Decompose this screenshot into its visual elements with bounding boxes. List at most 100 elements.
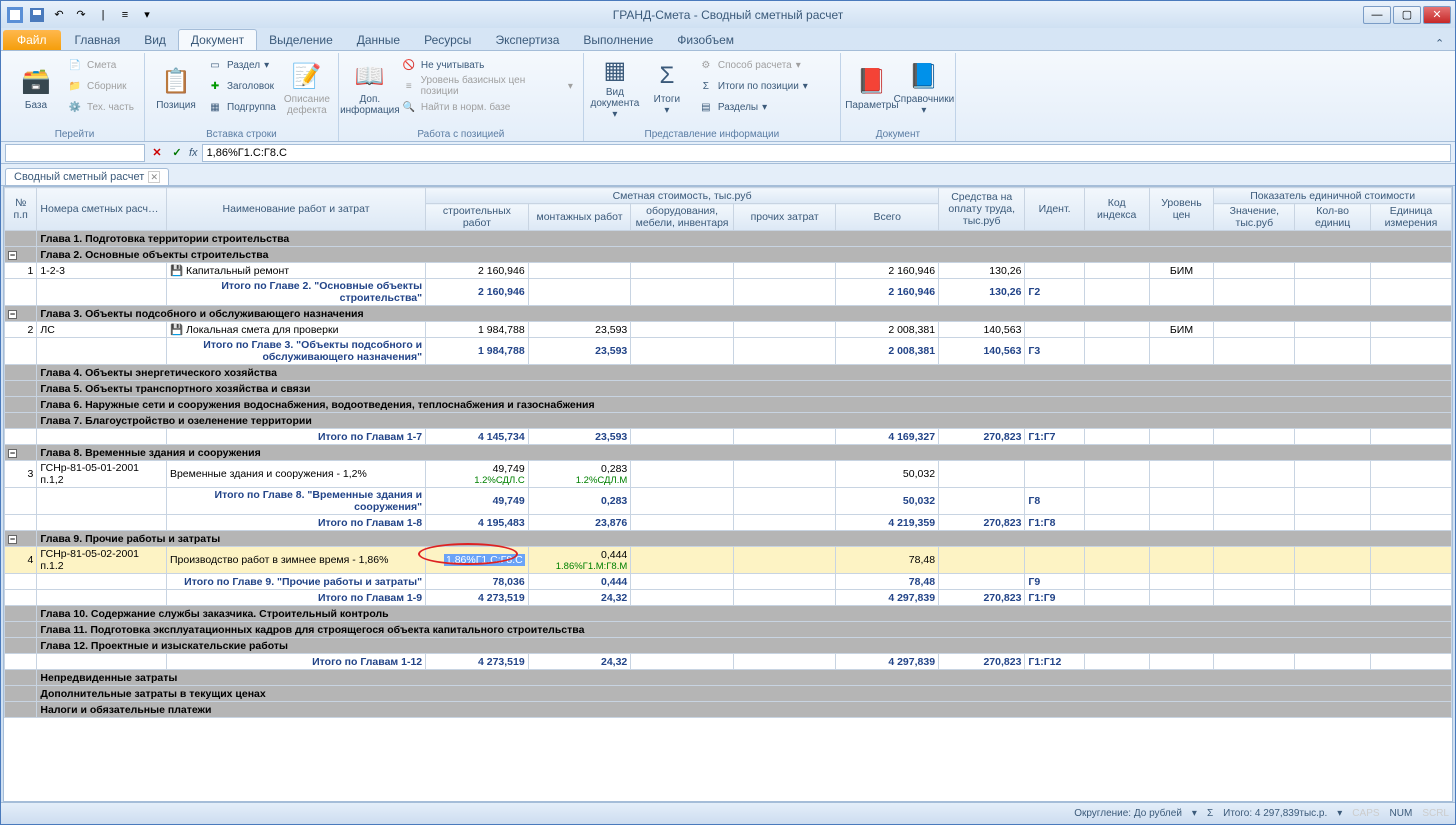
tab-document[interactable]: Документ bbox=[178, 29, 257, 50]
total-row: Итого по Главе 3. "Объекты подсобного и … bbox=[5, 338, 1452, 365]
baza-button[interactable]: 🗃️База bbox=[11, 55, 61, 121]
total-row: Итого по Главам 1-84 195,48323,8764 219,… bbox=[5, 515, 1452, 531]
folder-icon: 📁 bbox=[67, 78, 83, 94]
close-doc-icon[interactable]: ✕ bbox=[148, 171, 160, 183]
tab-selection[interactable]: Выделение bbox=[257, 30, 345, 50]
group-insert-label: Вставка строки bbox=[151, 128, 332, 141]
th-nom[interactable]: Номера сметных расчетов и смет bbox=[37, 188, 167, 231]
tab-expertise[interactable]: Экспертиза bbox=[483, 30, 571, 50]
tab-resources[interactable]: Ресурсы bbox=[412, 30, 483, 50]
accept-formula-icon[interactable]: ✓ bbox=[169, 145, 185, 161]
sigma-icon: Σ bbox=[651, 60, 683, 92]
qat-undo-icon[interactable]: ↶ bbox=[49, 5, 69, 25]
level-icon: ≡ bbox=[401, 78, 417, 94]
th-stroi[interactable]: строительных работ bbox=[426, 204, 529, 231]
th-ident[interactable]: Идент. bbox=[1025, 188, 1084, 231]
sposob-button[interactable]: ⚙Способ расчета ▾ bbox=[694, 55, 834, 75]
qat-app-icon[interactable] bbox=[5, 5, 25, 25]
params-icon: 📕 bbox=[856, 66, 888, 98]
tab-view[interactable]: Вид bbox=[132, 30, 178, 50]
titlebar: ↶ ↷ | ≡ ▾ ГРАНД-Смета - Сводный сметный … bbox=[1, 1, 1455, 28]
podgruppa-button[interactable]: ▦Подгруппа bbox=[203, 97, 280, 117]
qat-redo-icon[interactable]: ↷ bbox=[71, 5, 91, 25]
tab-data[interactable]: Данные bbox=[345, 30, 412, 50]
collapse-icon[interactable]: − bbox=[8, 535, 17, 544]
uroven-button[interactable]: ≡Уровень базисных цен позиции ▾ bbox=[397, 76, 577, 96]
add-icon: ✚ bbox=[207, 78, 223, 94]
position-icon: 📋 bbox=[160, 66, 192, 98]
total-row: Итого по Главе 2. "Основные объекты стро… bbox=[5, 279, 1452, 306]
doc-icon: 📄 bbox=[67, 57, 83, 73]
qat-save-icon[interactable] bbox=[27, 5, 47, 25]
file-tab[interactable]: Файл bbox=[3, 30, 61, 50]
cancel-formula-icon[interactable]: ✕ bbox=[149, 145, 165, 161]
table-row: 11-2-3💾 Капитальный ремонт2 160,9462 160… bbox=[5, 263, 1452, 279]
th-mont[interactable]: монтажных работ bbox=[528, 204, 631, 231]
th-vsego[interactable]: Всего bbox=[836, 204, 939, 231]
viddoc-button[interactable]: ▦Вид документа▾ bbox=[590, 55, 640, 121]
smeta-button[interactable]: 📄Смета bbox=[63, 55, 138, 75]
th-ed[interactable]: Единица измерения bbox=[1370, 204, 1451, 231]
th-proch[interactable]: прочих затрат bbox=[733, 204, 836, 231]
defect-icon: 📝 bbox=[291, 60, 323, 92]
sbornik-button[interactable]: 📁Сборник bbox=[63, 76, 138, 96]
th-sred[interactable]: Средства на оплату труда, тыс.руб bbox=[939, 188, 1025, 231]
tab-main[interactable]: Главная bbox=[63, 30, 133, 50]
dopinfo-button[interactable]: 📖Доп. информация bbox=[345, 55, 395, 121]
th-kod[interactable]: Код индекса bbox=[1084, 188, 1149, 231]
position-button[interactable]: 📋Позиция bbox=[151, 55, 201, 121]
highlighted-cell: 1,86%Г1.С:Г8.С bbox=[444, 554, 525, 566]
th-smst[interactable]: Сметная стоимость, тыс.руб bbox=[426, 188, 939, 204]
th-np[interactable]: № п.п bbox=[5, 188, 37, 231]
chapter-row: −Глава 3. Объекты подсобного и обслужива… bbox=[5, 306, 1452, 322]
defect-button[interactable]: 📝Описание дефекта bbox=[282, 55, 332, 121]
th-ur[interactable]: Уровень цен bbox=[1149, 188, 1214, 231]
table-row-selected: 4ГСНр-81-05-02-2001 п.1.2Производство ра… bbox=[5, 547, 1452, 574]
norm-button[interactable]: 🔍Найти в норм. базе bbox=[397, 97, 577, 117]
sprav-button[interactable]: 📘Справочники▾ bbox=[899, 55, 949, 121]
minimize-button[interactable]: — bbox=[1363, 6, 1391, 24]
razdel-button[interactable]: ▭Раздел ▾ bbox=[203, 55, 280, 75]
chapter-row: −Глава 9. Прочие работы и затраты bbox=[5, 531, 1452, 547]
collapse-icon[interactable]: − bbox=[8, 310, 17, 319]
collapse-icon[interactable]: − bbox=[8, 251, 17, 260]
collapse-icon[interactable]: − bbox=[8, 449, 17, 458]
chapter-row: Глава 5. Объекты транспортного хозяйства… bbox=[5, 381, 1452, 397]
razdely-button[interactable]: ▤Разделы ▾ bbox=[694, 97, 834, 117]
group-doc-label: Документ bbox=[847, 128, 949, 141]
qat-dropdown-icon[interactable]: ▾ bbox=[137, 5, 157, 25]
chapter-row: Глава 4. Объекты энергетического хозяйст… bbox=[5, 365, 1452, 381]
tab-volume[interactable]: Физобъем bbox=[665, 30, 746, 50]
params-button[interactable]: 📕Параметры bbox=[847, 55, 897, 121]
status-rounding[interactable]: Округление: До рублей bbox=[1074, 808, 1182, 819]
window-title: ГРАНД-Смета - Сводный сметный расчет bbox=[613, 8, 844, 22]
tech-button[interactable]: ⚙️Тех. часть bbox=[63, 97, 138, 117]
tab-execution[interactable]: Выполнение bbox=[571, 30, 665, 50]
disk-icon: 💾 bbox=[170, 265, 183, 277]
formula-input[interactable] bbox=[202, 144, 1451, 162]
gear-icon: ⚙️ bbox=[67, 99, 83, 115]
grid[interactable]: № п.п Номера сметных расчетов и смет Наи… bbox=[3, 186, 1453, 802]
th-naim[interactable]: Наименование работ и затрат bbox=[166, 188, 425, 231]
neuchit-button[interactable]: 🚫Не учитывать bbox=[397, 55, 577, 75]
calc-icon: ⚙ bbox=[698, 57, 714, 73]
th-zn[interactable]: Значение, тыс.руб bbox=[1214, 204, 1295, 231]
itogipos-button[interactable]: ΣИтоги по позиции ▾ bbox=[694, 76, 834, 96]
sigma-small-icon: Σ bbox=[698, 78, 714, 94]
search-icon: 🔍 bbox=[401, 99, 417, 115]
maximize-button[interactable]: ▢ bbox=[1393, 6, 1421, 24]
qat-tool1-icon[interactable]: ≡ bbox=[115, 5, 135, 25]
th-kol[interactable]: Кол-во единиц bbox=[1295, 204, 1371, 231]
th-pok[interactable]: Показатель единичной стоимости bbox=[1214, 188, 1452, 204]
name-box[interactable] bbox=[5, 144, 145, 162]
status-caps: CAPS bbox=[1352, 808, 1379, 819]
itogi-button[interactable]: ΣИтоги▾ bbox=[642, 55, 692, 121]
ribbon-tabstrip: Файл Главная Вид Документ Выделение Данн… bbox=[1, 28, 1455, 50]
chapter-row: −Глава 8. Временные здания и сооружения bbox=[5, 445, 1452, 461]
doc-tab-summary[interactable]: Сводный сметный расчет ✕ bbox=[5, 168, 169, 185]
help-icon[interactable]: ⌃ bbox=[1435, 35, 1451, 50]
disk-icon: 💾 bbox=[170, 324, 183, 336]
close-button[interactable]: ✕ bbox=[1423, 6, 1451, 24]
zagolovok-button[interactable]: ✚Заголовок bbox=[203, 76, 280, 96]
th-obor[interactable]: оборудования, мебели, инвентаря bbox=[631, 204, 734, 231]
